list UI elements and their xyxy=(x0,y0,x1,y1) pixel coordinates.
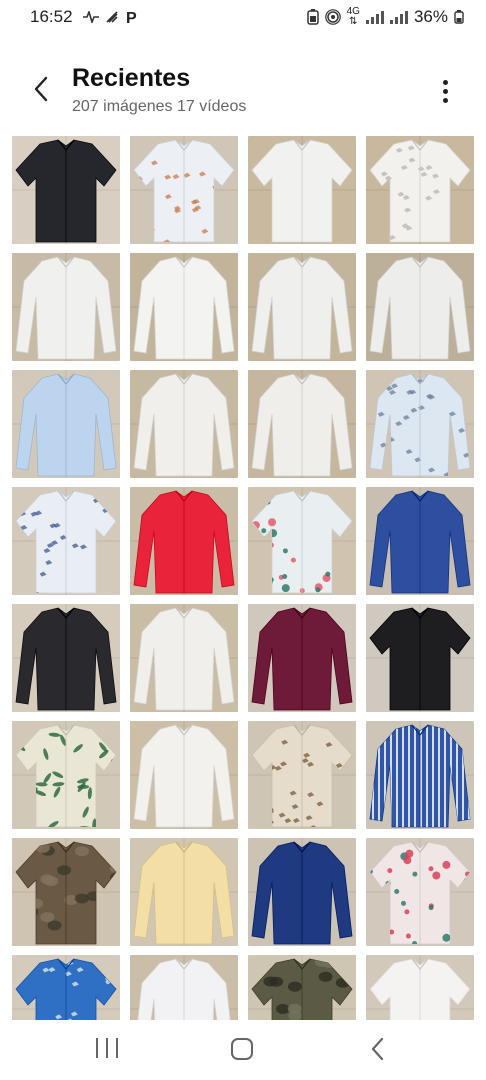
back-button[interactable] xyxy=(24,72,58,106)
photo-thumbnail[interactable] xyxy=(248,955,356,1020)
photo-thumbnail[interactable] xyxy=(366,604,474,712)
status-bar: 16:52 P 4G ⇅ 36% xyxy=(0,0,486,34)
photo-thumbnail[interactable] xyxy=(248,370,356,478)
photo-thumbnail[interactable] xyxy=(366,253,474,361)
album-title: Recientes xyxy=(72,64,191,92)
photo-thumbnail[interactable] xyxy=(366,487,474,595)
signal-icon xyxy=(365,10,384,24)
parking-icon: P xyxy=(126,10,137,25)
photo-thumbnail[interactable] xyxy=(248,136,356,244)
photo-thumbnail[interactable] xyxy=(12,136,120,244)
photo-thumbnail[interactable] xyxy=(366,838,474,946)
recent-apps-button[interactable] xyxy=(96,1038,118,1060)
photo-thumbnail[interactable] xyxy=(130,721,238,829)
photo-thumbnail[interactable] xyxy=(12,253,120,361)
photo-thumbnail[interactable] xyxy=(130,253,238,361)
signal-slash-icon xyxy=(105,11,118,23)
chevron-left-icon xyxy=(34,76,48,102)
photo-grid xyxy=(12,136,474,1020)
hotspot-icon xyxy=(324,9,341,25)
photo-thumbnail[interactable] xyxy=(12,370,120,478)
battery-icon xyxy=(454,10,464,24)
battery-level: 36% xyxy=(413,7,448,26)
photo-thumbnail[interactable] xyxy=(366,721,474,829)
photo-thumbnail[interactable] xyxy=(12,955,120,1020)
system-nav-bar xyxy=(0,1022,486,1080)
status-time: 16:52 xyxy=(30,7,73,26)
photo-thumbnail[interactable] xyxy=(366,370,474,478)
album-header: Recientes 207 imágenes 17 vídeos xyxy=(0,58,486,128)
network-label: 4G xyxy=(346,6,360,17)
signal-icon xyxy=(389,10,408,24)
svg-text:P: P xyxy=(126,10,137,25)
photo-thumbnail[interactable] xyxy=(248,604,356,712)
photo-thumbnail[interactable] xyxy=(130,838,238,946)
battery-saver-icon xyxy=(306,9,319,25)
photo-thumbnail[interactable] xyxy=(130,370,238,478)
photo-thumbnail[interactable] xyxy=(12,838,120,946)
photo-thumbnail[interactable] xyxy=(12,487,120,595)
network-4g-icon: 4G ⇅ xyxy=(346,6,360,27)
photo-thumbnail[interactable] xyxy=(130,136,238,244)
photo-thumbnail[interactable] xyxy=(248,253,356,361)
more-options-button[interactable] xyxy=(432,74,458,108)
album-count: 207 imágenes 17 vídeos xyxy=(72,98,247,115)
photo-thumbnail[interactable] xyxy=(12,721,120,829)
photo-thumbnail[interactable] xyxy=(248,721,356,829)
photo-thumbnail[interactable] xyxy=(248,487,356,595)
more-vertical-icon xyxy=(442,79,448,85)
photo-thumbnail[interactable] xyxy=(12,604,120,712)
photo-thumbnail[interactable] xyxy=(366,955,474,1020)
photo-thumbnail[interactable] xyxy=(130,955,238,1020)
photo-thumbnail[interactable] xyxy=(130,487,238,595)
back-nav-button[interactable] xyxy=(366,1036,390,1062)
activity-icon xyxy=(82,11,99,23)
photo-thumbnail[interactable] xyxy=(130,604,238,712)
home-button[interactable] xyxy=(231,1038,253,1060)
photo-thumbnail[interactable] xyxy=(248,838,356,946)
photo-thumbnail[interactable] xyxy=(366,136,474,244)
